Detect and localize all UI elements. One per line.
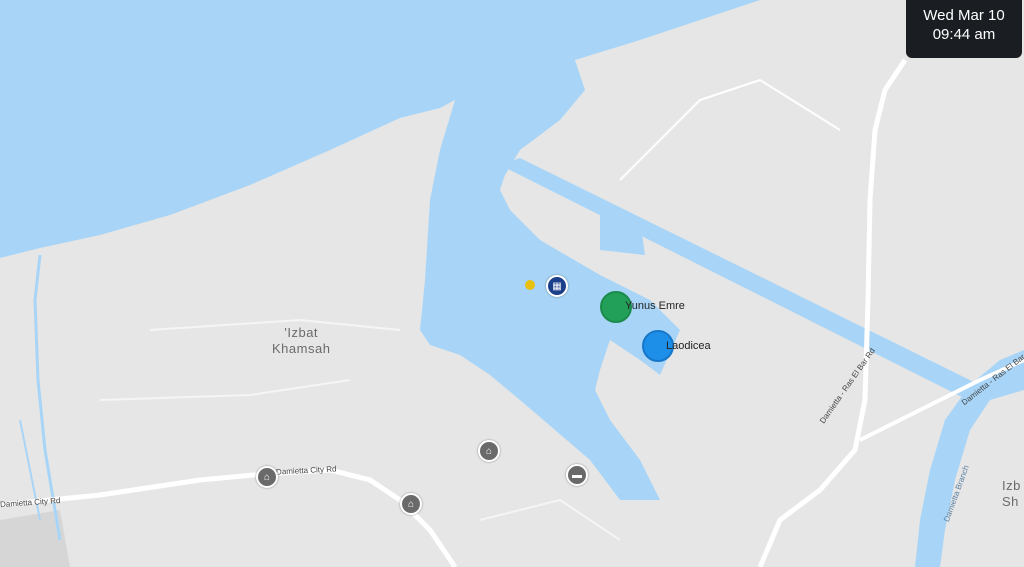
clock-time: 09:44 am xyxy=(932,26,996,43)
vessel-label-yunus-emre: Yunus Emre xyxy=(625,300,685,312)
truck-icon[interactable]: ▬ xyxy=(566,464,588,486)
clock-date: Wed Mar 10 xyxy=(923,7,1005,24)
place-label-izb-line-1: Izb xyxy=(1002,478,1021,493)
map-canvas[interactable] xyxy=(0,0,1024,567)
place-label-line-1: 'Izbat xyxy=(284,325,319,340)
anchor-icon[interactable] xyxy=(525,280,535,290)
place-label-izb-fragment: Izb Sh xyxy=(1002,478,1021,510)
clock-widget: Wed Mar 10 09:44 am xyxy=(906,0,1022,58)
place-label-izb-line-2: Sh xyxy=(1002,494,1019,509)
place-label-izbat: 'Izbat Khamsah xyxy=(272,325,330,357)
shop-icon[interactable]: ⌂ xyxy=(400,493,422,515)
shop-icon[interactable]: ⌂ xyxy=(478,440,500,462)
building-icon[interactable]: ▦ xyxy=(546,275,568,297)
shop-icon[interactable]: ⌂ xyxy=(256,466,278,488)
vessel-label-laodicea: Laodicea xyxy=(666,340,711,352)
place-label-line-2: Khamsah xyxy=(272,341,331,356)
